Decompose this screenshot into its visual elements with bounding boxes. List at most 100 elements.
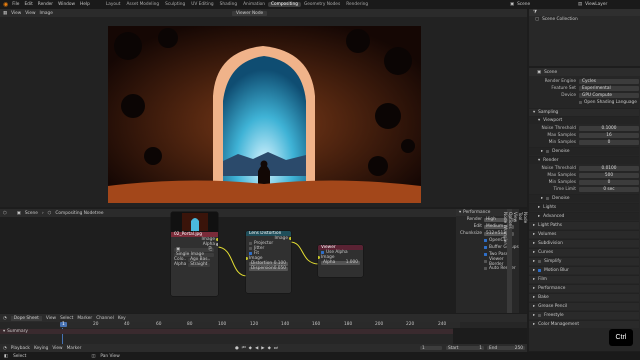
render-noise-field[interactable]: 0.0100: [579, 166, 639, 171]
timeline-view-menu[interactable]: View: [52, 346, 62, 351]
tab-uv-editing[interactable]: UV Editing: [188, 2, 216, 7]
use-alpha-checkbox[interactable]: [321, 251, 324, 254]
chevron-right-icon[interactable]: ▸: [541, 196, 543, 201]
image-menu-view[interactable]: View: [11, 11, 21, 16]
panel-performance[interactable]: Performance: [538, 286, 565, 291]
image-node[interactable]: 02_Portal.jpg Image Alpha ▣ ⎘ Single Imag…: [171, 212, 218, 296]
tab-shading[interactable]: Shading: [217, 2, 240, 7]
view-layer-selector[interactable]: ViewLayer: [585, 2, 607, 7]
motion-blur-checkbox[interactable]: [538, 269, 542, 272]
dope-menu-marker[interactable]: Marker: [77, 316, 92, 321]
chevron-down-icon[interactable]: ▾: [538, 118, 540, 123]
chevron-right-icon[interactable]: ▸: [533, 286, 535, 291]
chevron-right-icon[interactable]: ▸: [533, 259, 535, 264]
panel-render[interactable]: Render: [543, 158, 558, 163]
summary-row[interactable]: ▾ Summary: [0, 329, 527, 334]
chevron-down-icon[interactable]: ▾: [533, 110, 535, 115]
end-frame-field[interactable]: End 250: [487, 346, 525, 351]
menu-window[interactable]: Window: [58, 2, 75, 7]
buffer-groups-checkbox[interactable]: [484, 246, 487, 249]
chevron-down-icon[interactable]: ▾: [538, 158, 540, 163]
panel-volumes[interactable]: Volumes: [538, 232, 556, 237]
current-frame-field[interactable]: 1: [420, 346, 442, 351]
timeline-marker-menu[interactable]: Marker: [67, 346, 82, 351]
render-engine-dropdown[interactable]: Cycles: [579, 79, 639, 84]
osl-checkbox[interactable]: [579, 101, 582, 104]
jump-end-icon[interactable]: ⏭: [274, 346, 278, 351]
dope-menu-view[interactable]: View: [46, 316, 56, 321]
dispersion-field[interactable]: Dispersion 0.050: [249, 266, 288, 271]
single-image-dropdown[interactable]: Single Image: [174, 252, 214, 257]
image-menu-image[interactable]: Image: [39, 11, 52, 16]
chevron-right-icon[interactable]: ▸: [538, 214, 540, 219]
auto-render-checkbox[interactable]: [484, 267, 487, 270]
feature-set-dropdown[interactable]: Experimental: [579, 86, 639, 91]
menu-help[interactable]: Help: [80, 2, 90, 7]
lens-input-socket[interactable]: [246, 257, 248, 260]
panel-viewport[interactable]: Viewport: [543, 118, 562, 123]
chevron-right-icon[interactable]: ▸: [538, 205, 540, 210]
image-browse-field[interactable]: ▣ ⎘: [174, 247, 214, 252]
image-output-socket[interactable]: [216, 238, 218, 241]
tab-sculpting[interactable]: Sculpting: [162, 2, 188, 7]
side-tab-tool[interactable]: Tool: [517, 209, 522, 313]
panel-film[interactable]: Film: [538, 277, 547, 282]
viewer-node-selector[interactable]: Viewer Node: [232, 10, 268, 16]
panel-grease-pencil[interactable]: Grease Pencil: [538, 304, 567, 309]
chevron-right-icon[interactable]: ▸: [533, 241, 535, 246]
panel-curves[interactable]: Curves: [538, 250, 553, 255]
perf-panel-title[interactable]: Performance: [463, 210, 490, 215]
freestyle-checkbox[interactable]: [538, 314, 542, 317]
simplify-checkbox[interactable]: [538, 260, 542, 263]
viewer-node[interactable]: Viewer Use Alpha Image Alpha 1.000: [318, 245, 363, 277]
playback-menu[interactable]: Playback: [11, 346, 30, 351]
color-space-dropdown[interactable]: Agx Bas..: [188, 257, 210, 262]
viewport-denoise-checkbox[interactable]: [546, 150, 550, 153]
time-limit-field[interactable]: 0 sec: [579, 187, 639, 192]
record-icon[interactable]: ●: [235, 346, 239, 351]
alpha-output-socket[interactable]: [216, 243, 218, 246]
viewport-max-samples-field[interactable]: 16: [579, 133, 639, 138]
viewer-image-socket[interactable]: [318, 256, 320, 259]
tab-asset-modeling[interactable]: Asset Modeling: [123, 2, 162, 7]
dope-menu-key[interactable]: Key: [118, 316, 126, 321]
outliner-filter-icon[interactable]: ⧩: [533, 10, 537, 15]
chevron-right-icon[interactable]: ▸: [533, 322, 535, 327]
menu-render[interactable]: Render: [38, 2, 53, 7]
dope-menu-select[interactable]: Select: [60, 316, 73, 321]
render-max-samples-field[interactable]: 500: [579, 173, 639, 178]
scene-selector[interactable]: Scene: [517, 2, 530, 7]
alpha-mode-dropdown[interactable]: Straight: [188, 262, 211, 267]
viewer-border-checkbox[interactable]: [484, 260, 487, 263]
two-pass-checkbox[interactable]: [484, 253, 487, 256]
timeline-type-icon[interactable]: ◔: [3, 346, 7, 351]
dope-sheet-type-icon[interactable]: ◔: [3, 316, 7, 321]
chevron-right-icon[interactable]: ▸: [533, 295, 535, 300]
panel-simplify[interactable]: Simplify: [544, 259, 561, 264]
jitter-checkbox[interactable]: [249, 247, 252, 250]
menu-edit[interactable]: Edit: [24, 2, 32, 7]
viewport-min-samples-field[interactable]: 0: [579, 140, 639, 145]
chevron-right-icon[interactable]: ▸: [533, 250, 535, 255]
dope-menu-channel[interactable]: Channel: [96, 316, 114, 321]
chevron-down-icon[interactable]: ▾: [459, 210, 461, 215]
chevron-right-icon[interactable]: ▸: [541, 149, 543, 154]
distortion-field[interactable]: Distortion 0.100: [249, 261, 288, 266]
panel-color-management[interactable]: Color Management: [538, 322, 579, 327]
jump-start-icon[interactable]: ⏮: [242, 346, 246, 351]
play-reverse-icon[interactable]: ◀: [255, 346, 258, 351]
tab-rendering[interactable]: Rendering: [343, 2, 371, 7]
device-dropdown[interactable]: GPU Compute: [579, 93, 639, 98]
lens-output-socket[interactable]: [289, 237, 291, 240]
next-key-icon[interactable]: ◆: [268, 346, 271, 351]
panel-sampling[interactable]: Sampling: [538, 110, 558, 115]
prev-key-icon[interactable]: ◆: [249, 346, 252, 351]
fit-checkbox[interactable]: [249, 252, 252, 255]
render-denoise-checkbox[interactable]: [546, 197, 550, 200]
tab-geometry-nodes[interactable]: Geometry Nodes: [301, 2, 343, 7]
projector-checkbox[interactable]: [249, 242, 252, 245]
chevron-right-icon[interactable]: ▸: [533, 313, 535, 318]
panel-bake[interactable]: Bake: [538, 295, 549, 300]
keying-menu[interactable]: Keying: [34, 346, 48, 351]
image-menu-view-2[interactable]: View: [25, 11, 35, 16]
